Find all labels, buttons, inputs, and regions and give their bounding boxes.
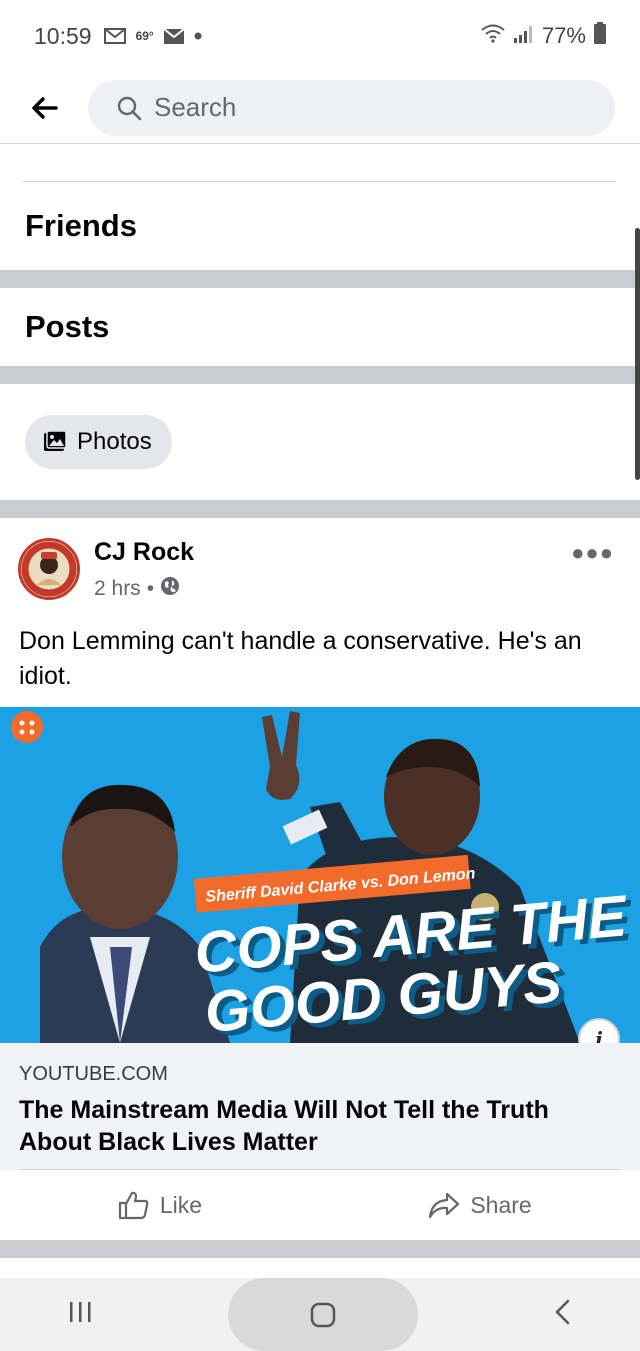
- search-placeholder: Search: [154, 92, 237, 122]
- status-time: 10:59: [34, 22, 92, 49]
- thumbs-up-icon: [118, 1191, 149, 1220]
- post-text: Don Lemming can't handle a conservative.…: [19, 627, 582, 690]
- link-title: The Mainstream Media Will Not Tell the T…: [19, 1096, 549, 1156]
- gmail-icon: [103, 28, 126, 44]
- post-actions: Like Share: [0, 1171, 640, 1239]
- system-nav-bar: [0, 1278, 640, 1351]
- recent-apps-button[interactable]: [67, 1300, 93, 1329]
- divider: [20, 1169, 620, 1170]
- search-icon: [116, 95, 142, 121]
- nav-back-button[interactable]: [553, 1298, 573, 1331]
- wifi-icon: [480, 23, 506, 49]
- home-icon: [310, 1302, 336, 1327]
- photos-icon: [43, 430, 67, 454]
- signal-icon: [513, 23, 534, 49]
- post-author[interactable]: CJ Rock: [94, 538, 194, 567]
- section-divider: [0, 366, 640, 384]
- notification-dot-icon: [194, 32, 202, 40]
- mail-icon: [163, 28, 184, 44]
- status-temperature: 69°: [135, 29, 154, 43]
- section-friends[interactable]: Friends: [0, 182, 640, 270]
- link-preview-image[interactable]: Sheriff David Clarke vs. Don Lemon COPS …: [0, 707, 640, 1043]
- like-label: Like: [159, 1191, 203, 1218]
- photos-filter-chip[interactable]: Photos: [25, 415, 172, 469]
- recent-apps-icon: [70, 1302, 91, 1322]
- section-posts[interactable]: Posts: [0, 288, 640, 366]
- search-header: Search: [0, 72, 640, 144]
- search-input[interactable]: Search: [88, 79, 615, 136]
- scroll-indicator[interactable]: [635, 228, 640, 480]
- meta-separator: •: [146, 577, 155, 600]
- like-button[interactable]: Like: [0, 1171, 320, 1239]
- post-time[interactable]: 2 hrs: [94, 577, 141, 601]
- home-button[interactable]: [227, 1278, 418, 1351]
- photos-filter-label: Photos: [77, 428, 152, 455]
- post-header: CJ Rock 2 hrs • ●●●: [0, 518, 640, 618]
- more-options-icon[interactable]: ●●●: [571, 540, 614, 566]
- globe-icon: [160, 576, 180, 602]
- section-divider: [0, 270, 640, 288]
- battery-icon: [594, 22, 606, 50]
- section-posts-label: Posts: [25, 309, 110, 344]
- section-friends-label: Friends: [25, 208, 137, 243]
- avatar[interactable]: [18, 538, 80, 600]
- share-label: Share: [470, 1191, 532, 1218]
- link-domain: YOUTUBE.COM: [19, 1063, 168, 1085]
- section-divider: [0, 1240, 640, 1258]
- link-preview-meta[interactable]: YOUTUBE.COM The Mainstream Media Will No…: [0, 1043, 640, 1170]
- share-button[interactable]: Share: [320, 1171, 640, 1239]
- chevron-left-icon: [554, 1299, 569, 1325]
- post-meta: 2 hrs •: [94, 576, 180, 602]
- battery-percent: 77%: [541, 23, 586, 48]
- share-icon: [429, 1192, 460, 1219]
- status-bar: 10:59 69° 77%: [0, 0, 640, 72]
- section-divider: [0, 500, 640, 518]
- back-arrow-icon: [32, 96, 58, 119]
- back-button[interactable]: [0, 72, 88, 144]
